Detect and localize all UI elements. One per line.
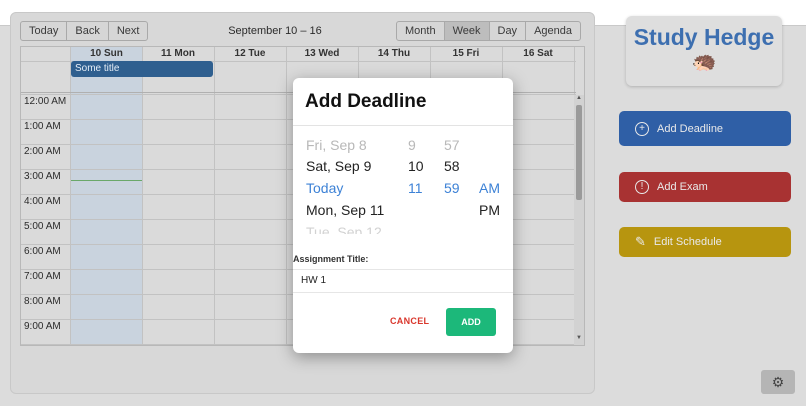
picker-row[interactable]: Sat, Sep 9 10 58 [293, 156, 513, 177]
divider [293, 125, 513, 126]
assignment-title-label: Assignment Title: [293, 254, 369, 264]
date-time-picker[interactable]: Fri, Sep 8 9 57 Sat, Sep 9 10 58 Today 1… [293, 138, 513, 234]
picker-row[interactable]: Tue, Sep 12 [293, 222, 513, 234]
add-button[interactable]: ADD [446, 308, 496, 336]
picker-row[interactable]: Fri, Sep 8 9 57 [293, 138, 513, 156]
picker-row[interactable]: Mon, Sep 11 PM [293, 200, 513, 221]
assignment-title-input[interactable]: HW 1 [293, 269, 513, 293]
cancel-button[interactable]: CANCEL [390, 316, 429, 326]
picker-row-selected[interactable]: Today 11 59 AM [293, 178, 513, 199]
add-deadline-modal: Add Deadline Fri, Sep 8 9 57 Sat, Sep 9 … [293, 78, 513, 353]
modal-title: Add Deadline [305, 91, 427, 112]
